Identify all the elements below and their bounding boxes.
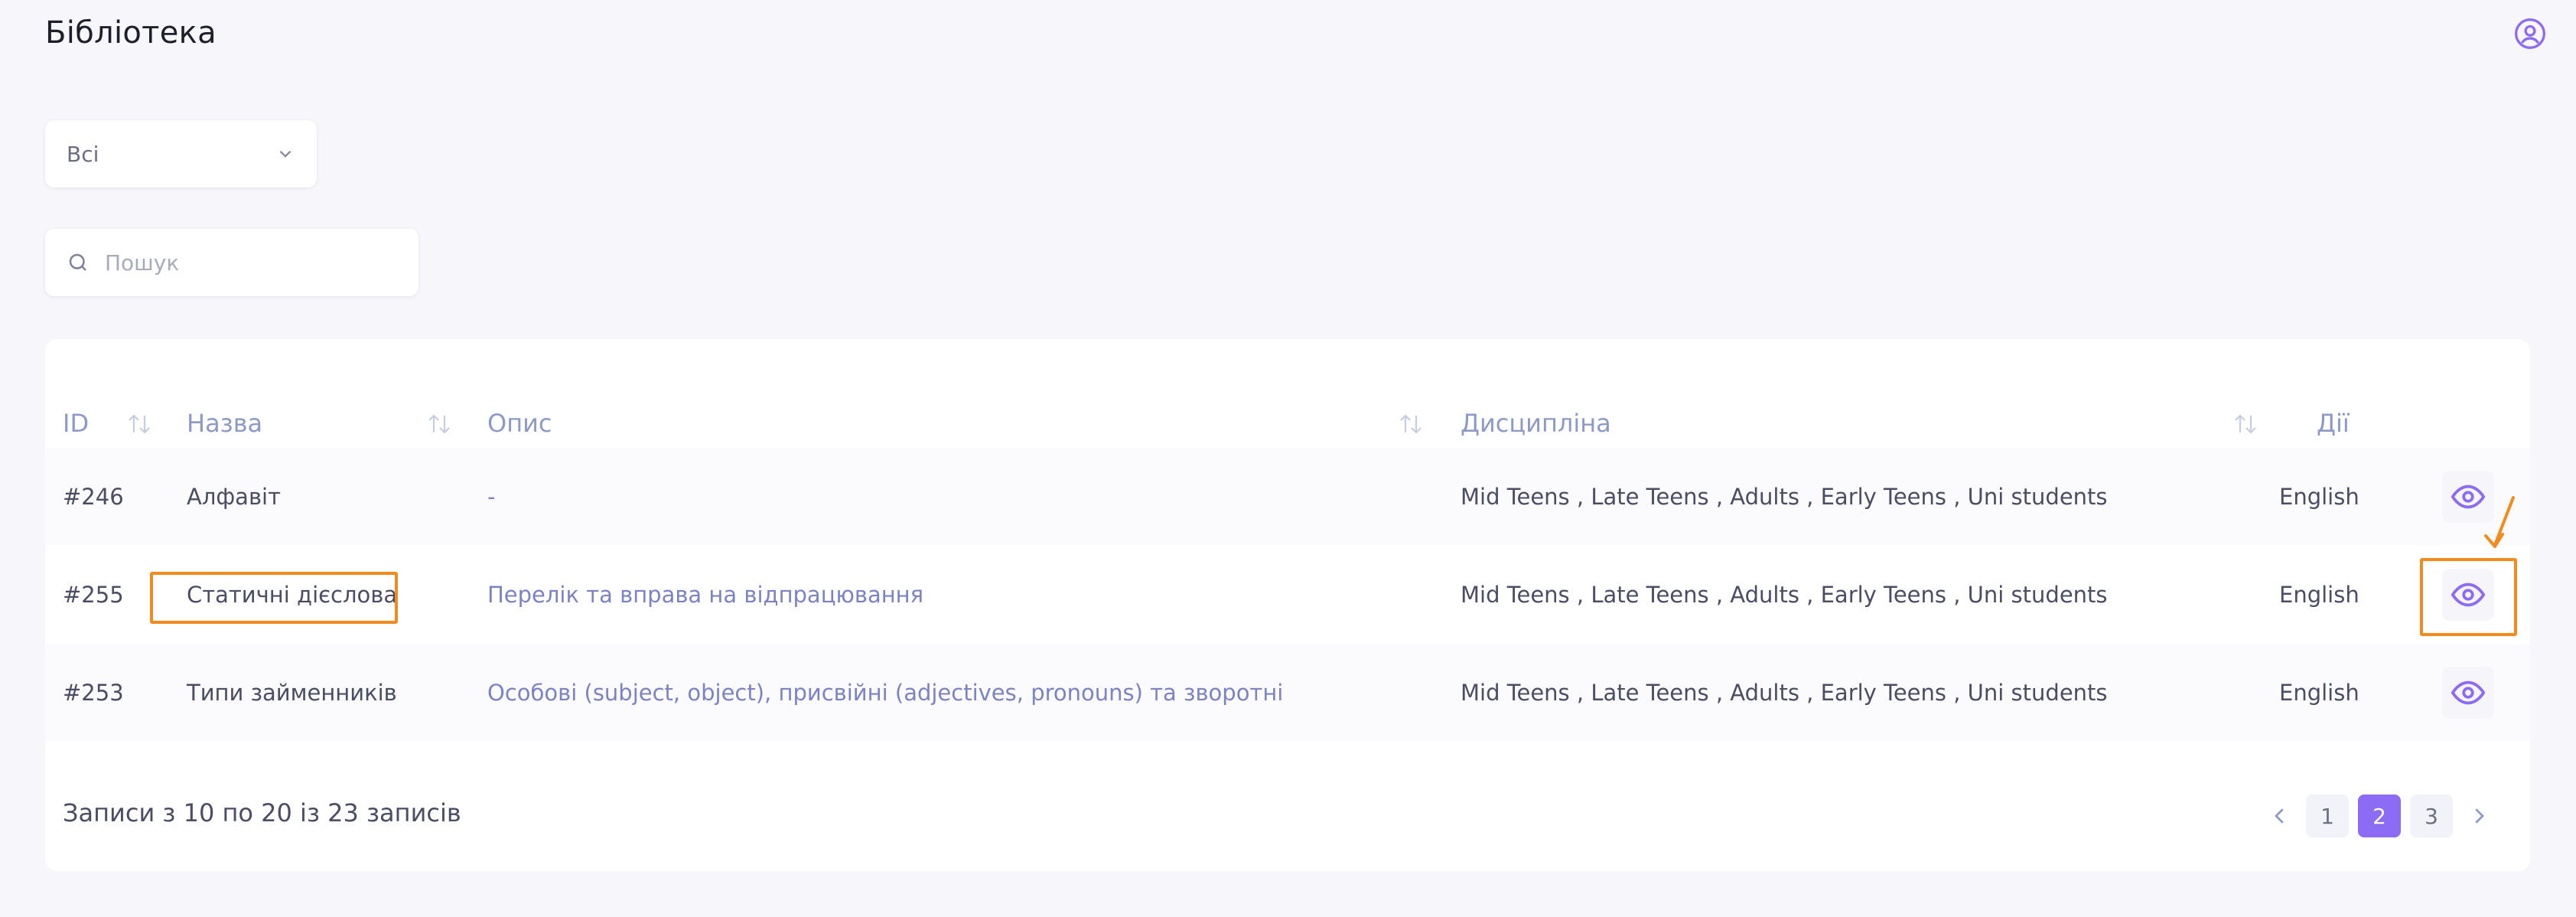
page-title: Бібліотека bbox=[45, 15, 217, 51]
table-row[interactable]: #253 Типи займенників Особові (subject, … bbox=[45, 645, 2530, 741]
row-description: Особові (subject, object), присвійні (ad… bbox=[487, 680, 1284, 706]
library-table-card: ID Назва Опис Дисципліна Дії #246 Алфаві… bbox=[45, 339, 2530, 871]
table-row[interactable]: #255 Статичні дієслова Перелік та вправа… bbox=[45, 547, 2530, 643]
annotation-highlight-view-button bbox=[2420, 558, 2517, 636]
page-button-1[interactable]: 1 bbox=[2306, 795, 2349, 837]
chevron-right-icon bbox=[2475, 808, 2484, 824]
library-page: Бібліотека Всі ID Назва Опис bbox=[0, 0, 2576, 917]
table-row[interactable]: #246 Алфавіт - Mid Teens , Late Teens , … bbox=[45, 449, 2530, 545]
row-id: #246 bbox=[63, 484, 124, 510]
row-id: #253 bbox=[63, 680, 124, 706]
sort-icon[interactable] bbox=[126, 413, 152, 436]
row-discipline: English bbox=[2279, 680, 2359, 706]
page-button-3[interactable]: 3 bbox=[2410, 795, 2453, 837]
row-id: #255 bbox=[63, 582, 124, 608]
row-audience: Mid Teens , Late Teens , Adults , Early … bbox=[1461, 484, 2108, 510]
row-description: Перелік та вправа на відпрацювання bbox=[487, 582, 924, 608]
row-description: - bbox=[487, 484, 496, 510]
chevron-left-icon bbox=[2275, 808, 2284, 824]
row-discipline: English bbox=[2279, 582, 2359, 608]
pagination: 1 2 3 bbox=[2258, 795, 2500, 837]
records-info: Записи з 10 по 20 із 23 записів bbox=[63, 798, 461, 827]
search-field[interactable] bbox=[45, 229, 418, 296]
category-select[interactable]: Всі bbox=[45, 120, 317, 188]
search-input[interactable] bbox=[105, 250, 396, 276]
search-icon bbox=[69, 253, 86, 271]
annotation-highlight-name bbox=[150, 572, 398, 624]
category-select-value: Всі bbox=[67, 141, 99, 167]
eye-icon bbox=[2451, 680, 2486, 705]
user-circle-icon[interactable] bbox=[2513, 17, 2547, 51]
view-button[interactable] bbox=[2442, 667, 2494, 719]
sort-icon[interactable] bbox=[1398, 413, 1424, 436]
row-audience: Mid Teens , Late Teens , Adults , Early … bbox=[1461, 582, 2108, 608]
sort-icon[interactable] bbox=[426, 413, 452, 436]
chevron-down-icon bbox=[279, 150, 291, 158]
next-page-button[interactable] bbox=[2457, 795, 2500, 837]
sort-icon[interactable] bbox=[2232, 413, 2258, 436]
row-audience: Mid Teens , Late Teens , Adults , Early … bbox=[1461, 680, 2108, 706]
previous-page-button[interactable] bbox=[2258, 795, 2301, 837]
row-name[interactable]: Типи займенників bbox=[187, 645, 397, 741]
row-name[interactable]: Алфавіт bbox=[187, 449, 281, 545]
page-button-2[interactable]: 2 bbox=[2358, 795, 2401, 837]
annotation-arrow-icon bbox=[2484, 496, 2515, 548]
row-discipline: English bbox=[2279, 484, 2359, 510]
